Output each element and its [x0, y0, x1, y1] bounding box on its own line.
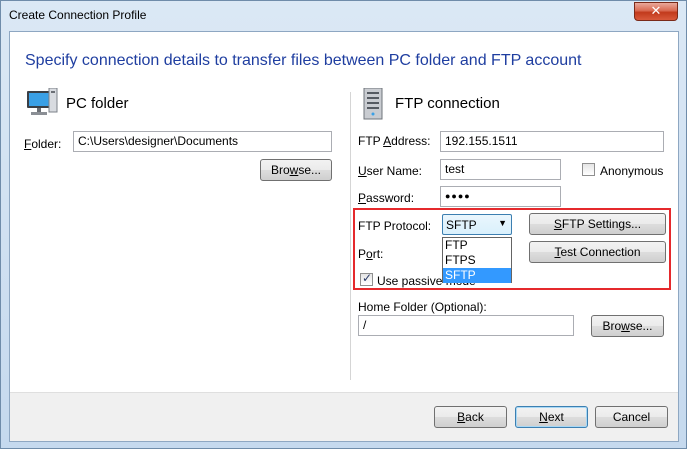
folder-input[interactable]: C:\Users\designer\Documents — [73, 131, 332, 152]
protocol-option-sftp[interactable]: SFTP — [443, 268, 511, 283]
dialog-window: Create Connection Profile ✕ Specify conn… — [0, 0, 687, 449]
close-icon: ✕ — [650, 4, 662, 19]
user-name-label: User Name: — [358, 164, 423, 178]
password-label: Password: — [358, 191, 415, 205]
passive-mode-checkbox[interactable] — [360, 271, 373, 286]
password-input[interactable]: ●●●● — [440, 186, 561, 207]
next-button[interactable]: Next — [515, 406, 588, 428]
ftp-server-icon — [363, 88, 383, 120]
ftp-address-label: FTP Address: — [358, 134, 431, 148]
button-bar: Back Next Cancel — [10, 392, 678, 441]
chevron-down-icon: ▼ — [498, 218, 507, 228]
section-divider — [350, 92, 351, 380]
ftp-browse-button[interactable]: Browse... — [591, 315, 664, 337]
dialog-client-area: Specify connection details to transfer f… — [9, 31, 679, 442]
anonymous-checkbox[interactable] — [582, 163, 595, 176]
page-heading: Specify connection details to transfer f… — [25, 52, 582, 69]
pc-browse-button[interactable]: Browse... — [260, 159, 332, 181]
ftp-connection-title: FTP connection — [395, 95, 500, 112]
pc-monitor-icon — [27, 88, 58, 115]
ftp-protocol-label: FTP Protocol: — [358, 219, 432, 233]
home-folder-label: Home Folder (Optional): — [358, 300, 487, 314]
protocol-selected-value: SFTP — [446, 218, 477, 232]
sftp-settings-button[interactable]: SFTP Settings... — [529, 213, 666, 235]
user-name-input[interactable]: test — [440, 159, 561, 180]
close-button[interactable]: ✕ — [634, 2, 678, 21]
protocol-option-ftps[interactable]: FTPS — [443, 253, 511, 268]
back-button[interactable]: Back — [434, 406, 507, 428]
port-label: Port: — [358, 247, 384, 261]
cancel-button[interactable]: Cancel — [595, 406, 668, 428]
test-connection-button[interactable]: Test Connection — [529, 241, 666, 263]
anonymous-label: Anonymous — [600, 164, 664, 178]
ftp-protocol-select[interactable]: SFTP ▼ — [442, 214, 512, 235]
home-folder-input[interactable]: / — [358, 315, 574, 336]
protocol-dropdown-list: FTP FTPS SFTP — [442, 237, 512, 283]
protocol-option-ftp[interactable]: FTP — [443, 238, 511, 253]
folder-label: Folder: — [24, 137, 62, 151]
window-title: Create Connection Profile — [9, 8, 147, 22]
pc-folder-title: PC folder — [66, 95, 129, 112]
title-bar[interactable]: Create Connection Profile ✕ — [1, 1, 686, 30]
ftp-address-input[interactable]: 192.155.1511 — [440, 131, 664, 152]
